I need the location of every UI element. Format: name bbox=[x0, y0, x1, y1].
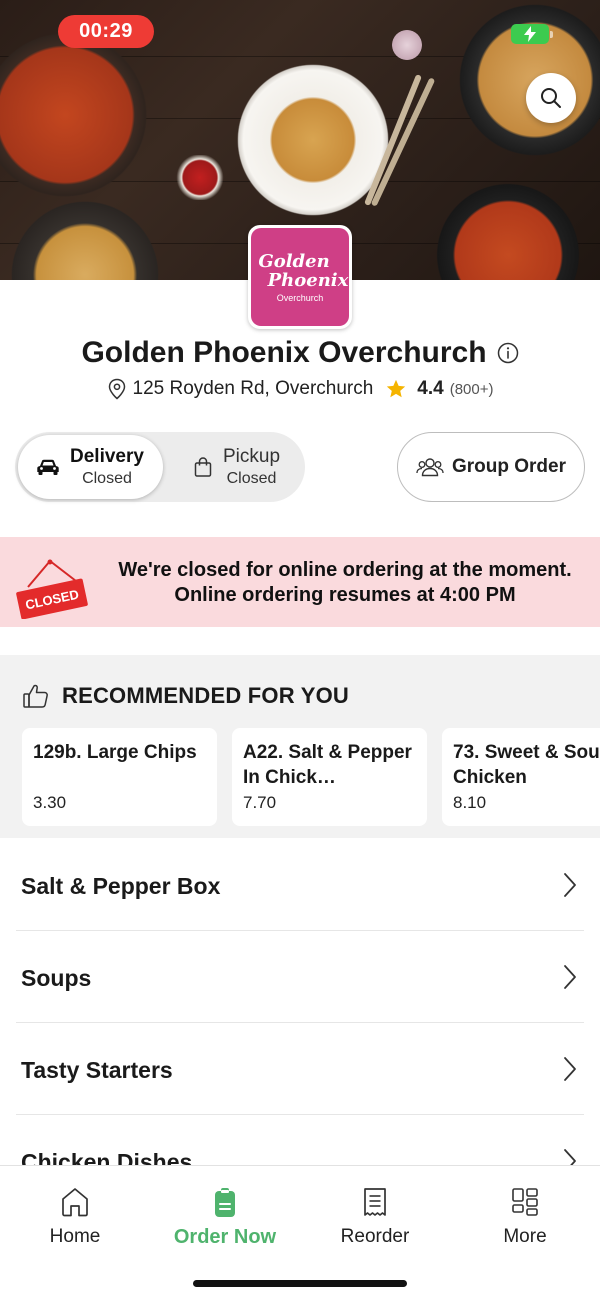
food-dish-image bbox=[392, 30, 422, 60]
search-button[interactable] bbox=[526, 73, 576, 123]
car-icon bbox=[37, 459, 59, 475]
recommended-item-price: 3.30 bbox=[33, 793, 67, 812]
category-name: Salt & Pepper Box bbox=[21, 873, 221, 899]
closed-message: We're closed for online ordering at the … bbox=[118, 559, 572, 581]
recommended-section: RECOMMENDED FOR YOU 129b. Large Chips 3.… bbox=[0, 655, 600, 838]
recommended-item-card[interactable]: 73. Sweet & Sour Chicken 8.10 bbox=[442, 728, 600, 826]
home-indicator-bar[interactable] bbox=[193, 1280, 407, 1287]
receipt-icon bbox=[364, 1188, 386, 1216]
restaurant-address: 125 Royden Rd, Overchurch bbox=[132, 378, 374, 399]
status-timer: 00:29 bbox=[58, 15, 154, 48]
category-name: Soups bbox=[21, 965, 92, 991]
chevron-right-icon bbox=[564, 965, 576, 989]
nav-order-now[interactable]: Order Now bbox=[150, 1186, 300, 1249]
star-icon bbox=[387, 379, 406, 398]
recommended-item-name: A22. Salt & Pepper In Chick… bbox=[243, 742, 412, 788]
nav-more-label: More bbox=[503, 1226, 547, 1247]
rating-value: 4.4 bbox=[417, 378, 444, 399]
thumbs-up-icon bbox=[23, 684, 48, 708]
recommended-item-name: 73. Sweet & Sour Chicken bbox=[453, 742, 600, 788]
info-icon[interactable] bbox=[497, 342, 519, 364]
nav-more[interactable]: More bbox=[450, 1186, 600, 1248]
chevron-right-icon bbox=[564, 873, 576, 897]
rating-count: (800+) bbox=[449, 380, 494, 398]
nav-home[interactable]: Home bbox=[0, 1186, 150, 1248]
recommended-item-price: 8.10 bbox=[453, 793, 487, 812]
search-icon bbox=[541, 88, 561, 108]
group-order-label: Group Order bbox=[451, 456, 566, 477]
group-users-icon bbox=[416, 458, 444, 477]
pickup-label: Pickup bbox=[223, 446, 281, 467]
recommended-header: RECOMMENDED FOR YOU bbox=[22, 683, 349, 709]
food-dish-image bbox=[418, 180, 598, 280]
nav-order-now-label: Order Now bbox=[173, 1226, 277, 1248]
logo-text-line3: Overchurch bbox=[276, 292, 324, 303]
food-dish-image bbox=[175, 155, 225, 200]
recommended-item-card[interactable]: 129b. Large Chips 3.30 bbox=[22, 728, 217, 826]
location-pin-icon bbox=[108, 378, 125, 400]
closed-sign-icon: CLOSED bbox=[16, 559, 88, 619]
shopping-bag-icon bbox=[194, 457, 212, 477]
bottom-navigation-bar: Home Order Now Reorder More bbox=[0, 1165, 600, 1298]
grid-icon bbox=[512, 1188, 538, 1216]
recommended-item-price: 7.70 bbox=[243, 793, 277, 812]
chevron-right-icon bbox=[564, 1057, 576, 1081]
home-icon bbox=[62, 1188, 88, 1217]
order-icon bbox=[215, 1188, 235, 1217]
food-dish-image bbox=[0, 200, 180, 280]
recommended-item-name: 129b. Large Chips bbox=[33, 742, 197, 763]
order-mode-toggle: Delivery Closed Pickup Closed bbox=[15, 432, 305, 502]
recommended-item-card[interactable]: A22. Salt & Pepper In Chick… 7.70 bbox=[232, 728, 427, 826]
logo-text-line2: Phoenix bbox=[267, 269, 349, 291]
pickup-option[interactable]: Pickup Closed bbox=[175, 435, 303, 499]
pickup-status: Closed bbox=[226, 470, 277, 487]
nav-reorder[interactable]: Reorder bbox=[300, 1186, 450, 1248]
restaurant-logo: Golden Phoenix Overchurch bbox=[248, 225, 352, 329]
restaurant-name: Golden Phoenix Overchurch bbox=[81, 336, 487, 369]
category-row-salt-pepper-box[interactable]: Salt & Pepper Box bbox=[0, 838, 600, 930]
group-order-button[interactable]: Group Order bbox=[397, 432, 585, 502]
status-timer-text: 00:29 bbox=[79, 20, 133, 42]
delivery-label: Delivery bbox=[70, 446, 144, 467]
recommended-title: RECOMMENDED FOR YOU bbox=[62, 683, 349, 708]
category-row-soups[interactable]: Soups bbox=[0, 931, 600, 1023]
category-row-tasty-starters[interactable]: Tasty Starters bbox=[0, 1023, 600, 1115]
category-name: Tasty Starters bbox=[21, 1057, 173, 1083]
restaurant-header: Golden Phoenix Overchurch bbox=[0, 336, 600, 370]
nav-home-label: Home bbox=[49, 1226, 101, 1247]
nav-reorder-label: Reorder bbox=[340, 1226, 410, 1247]
logo-text-line1: Golden bbox=[258, 250, 330, 272]
battery-charging-icon bbox=[511, 24, 553, 44]
delivery-status: Closed bbox=[82, 470, 132, 487]
closed-notice-banner: CLOSED We're closed for online ordering … bbox=[0, 537, 600, 627]
delivery-option[interactable]: Delivery Closed bbox=[18, 435, 163, 499]
restaurant-address-row: 125 Royden Rd, Overchurch 4.4 (800+) bbox=[0, 378, 600, 400]
reopen-message: Online ordering resumes at 4:00 PM bbox=[174, 584, 516, 606]
